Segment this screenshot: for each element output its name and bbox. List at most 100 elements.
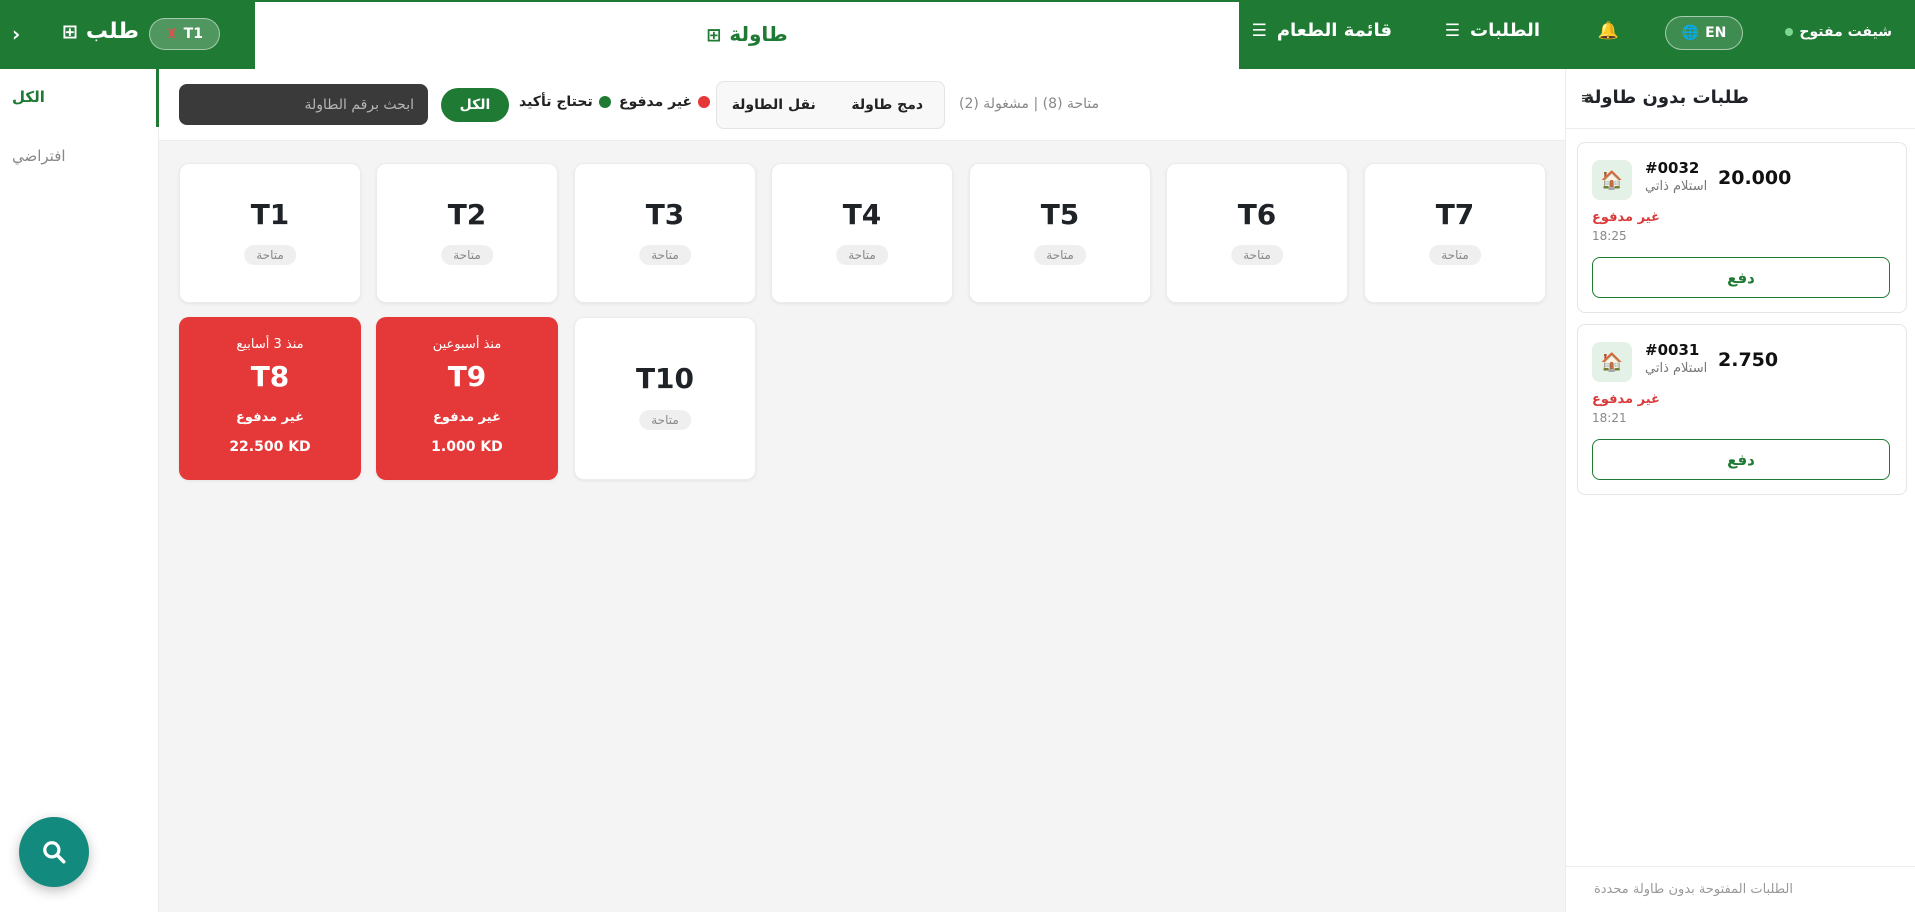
order-time: 18:25	[1592, 229, 1627, 243]
table-amount: 22.500 KD	[229, 439, 311, 455]
table-card-occupied[interactable]: منذ 3 أسابيع T8 غير مدفوع 22.500 KD	[179, 317, 361, 480]
pay-button[interactable]: دفع	[1592, 439, 1890, 480]
table-status: متاحة	[441, 245, 493, 265]
order-panel-header: › ⊞ طلب ♜ T1	[0, 0, 255, 69]
pay-button[interactable]: دفع	[1592, 257, 1890, 298]
filter-bar: الكل تحتاج تأكيد غير مدفوع نقل الطاولة د…	[159, 69, 1565, 141]
shift-status-dot	[1785, 28, 1794, 36]
table-status: متاحة	[639, 410, 691, 430]
nav-menu-label: قائمة الطعام	[1276, 20, 1392, 41]
tables-area: الكل تحتاج تأكيد غير مدفوع نقل الطاولة د…	[159, 69, 1565, 912]
list-icon: ☰	[1444, 20, 1460, 41]
table-name: T7	[1435, 198, 1475, 231]
table-payment-status: غير مدفوع	[433, 410, 501, 425]
move-table-button[interactable]: نقل الطاولة	[717, 82, 831, 128]
pickup-icon: 🏠	[1592, 342, 1632, 382]
table-status: متاحة	[1429, 245, 1481, 265]
category-sidebar: الكل افتراضي	[0, 69, 159, 912]
page-title-label: طاولة	[729, 22, 788, 46]
table-occupied-since: منذ 3 أسابيع	[236, 337, 304, 352]
nav-orders-label: الطلبات	[1469, 20, 1540, 41]
language-label: EN	[1705, 25, 1727, 41]
table-search-input[interactable]	[179, 84, 428, 125]
table-status: متاحة	[836, 245, 888, 265]
order-type: استلام ذاتي	[1645, 361, 1708, 376]
table-card[interactable]: T5 متاحة	[969, 163, 1151, 303]
table-name: T2	[447, 198, 487, 231]
legend-needs-confirmation[interactable]: تحتاج تأكيد	[519, 94, 611, 110]
table-name: T10	[635, 362, 695, 395]
table-card-occupied[interactable]: منذ أسبوعين T9 غير مدفوع 1.000 KD	[376, 317, 558, 480]
confirm-dot	[598, 96, 611, 108]
top-bar: شيفت مفتوح 🌐 EN 🔔 ☰ الطلبات ☰ قائمة الطع…	[0, 0, 1915, 69]
category-all[interactable]: الكل	[12, 88, 45, 106]
table-card[interactable]: T4 متاحة	[771, 163, 953, 303]
no-table-orders-footer: الطلبات المفتوحة بدون طاولة محددة	[1565, 866, 1915, 912]
no-table-orders-panel: طلبات بدون طاولة ≡ 20.000 #0032 استلام ذ…	[1565, 69, 1915, 912]
table-card[interactable]: T3 متاحة	[574, 163, 756, 303]
order-time: 18:21	[1592, 411, 1627, 425]
table-occupied-since: منذ أسبوعين	[432, 337, 502, 352]
sort-icon[interactable]: ≡	[1580, 89, 1593, 107]
table-actions: نقل الطاولة دمج طاولة	[716, 81, 945, 129]
no-table-orders-title: طلبات بدون طاولة	[1583, 87, 1749, 108]
table-card[interactable]: T2 متاحة	[376, 163, 558, 303]
table-name: T5	[1040, 198, 1080, 231]
no-table-orders-header: طلبات بدون طاولة ≡	[1565, 69, 1915, 129]
filter-all-button[interactable]: الكل	[441, 88, 509, 122]
order-card[interactable]: 20.000 #0032 استلام ذاتي 🏠 غير مدفوع 18:…	[1577, 142, 1907, 313]
table-payment-status: غير مدفوع	[236, 410, 304, 425]
category-default[interactable]: افتراضي	[12, 147, 66, 165]
grid-icon: ⊞	[706, 25, 722, 46]
globe-icon: 🌐	[1681, 25, 1700, 41]
order-number: #0031	[1645, 341, 1700, 359]
table-status: متاحة	[1231, 245, 1283, 265]
order-payment-status: غير مدفوع	[1592, 210, 1660, 225]
grid-icon: ⊞	[62, 20, 78, 43]
top-nav: شيفت مفتوح 🌐 EN 🔔 ☰ الطلبات ☰ قائمة الطع…	[1239, 0, 1915, 69]
order-card[interactable]: 2.750 #0031 استلام ذاتي 🏠 غير مدفوع 18:2…	[1577, 324, 1907, 495]
chevron-right-icon[interactable]: ›	[12, 22, 20, 46]
legend-confirm-label: تحتاج تأكيد	[519, 94, 593, 110]
table-name: T1	[250, 198, 290, 231]
table-card[interactable]: T10 متاحة	[574, 317, 756, 480]
table-name: T3	[645, 198, 685, 231]
order-amount: 2.750	[1718, 349, 1779, 371]
order-type: استلام ذاتي	[1645, 179, 1708, 194]
list-icon: ☰	[1251, 20, 1267, 41]
shift-status: شيفت مفتوح	[1785, 24, 1892, 40]
bell-icon[interactable]: 🔔	[1598, 21, 1619, 41]
merge-table-button[interactable]: دمج طاولة	[831, 82, 945, 128]
footer-note: الطلبات المفتوحة بدون طاولة محددة	[1593, 882, 1793, 897]
order-label: طلب	[85, 19, 139, 44]
page-title: ⊞ طاولة	[255, 22, 1239, 46]
selected-table-label: T1	[183, 26, 203, 42]
pickup-icon: 🏠	[1592, 160, 1632, 200]
table-card[interactable]: T1 متاحة	[179, 163, 361, 303]
language-button[interactable]: 🌐 EN	[1665, 16, 1743, 50]
nav-orders[interactable]: ☰ الطلبات	[1445, 20, 1540, 41]
table-name: T4	[842, 198, 882, 231]
legend-unpaid[interactable]: غير مدفوع	[619, 94, 711, 110]
table-counts: متاحة (8) | مشغولة (2)	[959, 96, 1100, 112]
search-icon	[43, 841, 66, 864]
table-card[interactable]: T7 متاحة	[1364, 163, 1546, 303]
table-status: متاحة	[244, 245, 296, 265]
chair-icon: ♜	[166, 26, 178, 42]
shift-label: شيفت مفتوح	[1799, 24, 1892, 40]
table-name: T9	[447, 360, 487, 393]
table-amount: 1.000 KD	[431, 439, 503, 455]
order-title: ⊞ طلب	[62, 19, 139, 44]
table-name: T6	[1237, 198, 1277, 231]
table-status: متاحة	[639, 245, 691, 265]
legend-unpaid-label: غير مدفوع	[619, 94, 693, 110]
selected-table-chip[interactable]: ♜ T1	[149, 18, 220, 50]
unpaid-dot	[698, 96, 711, 108]
order-number: #0032	[1645, 159, 1700, 177]
nav-menu[interactable]: ☰ قائمة الطعام	[1252, 20, 1392, 41]
floating-search-button[interactable]	[19, 817, 89, 887]
table-name: T8	[250, 360, 290, 393]
order-amount: 20.000	[1718, 167, 1792, 189]
table-card[interactable]: T6 متاحة	[1166, 163, 1348, 303]
page-header: ⊞ طاولة	[255, 0, 1239, 69]
